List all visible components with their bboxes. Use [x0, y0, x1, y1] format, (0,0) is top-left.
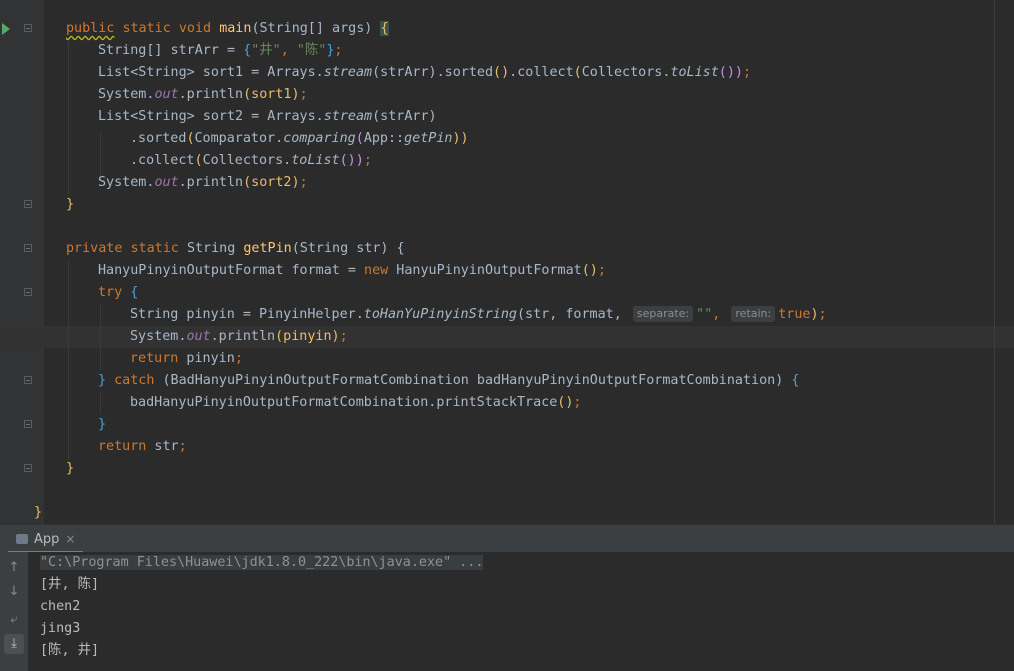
code-line: } — [34, 505, 43, 520]
code-line: String[] strArr = {"井", "陈"}; — [98, 43, 343, 58]
run-tab-label: App — [34, 532, 60, 547]
code-line: System.out.println(pinyin); — [130, 329, 348, 344]
indent-guide — [68, 260, 69, 460]
run-gutter-icon[interactable] — [2, 23, 10, 35]
indent-guide — [100, 392, 101, 414]
code-line: private static String getPin(String str)… — [66, 241, 405, 256]
fold-marker[interactable] — [24, 244, 32, 252]
arrow-down-icon[interactable]: ↓ — [4, 582, 24, 602]
code-line: List<String> sort1 = Arrays.stream(strAr… — [98, 65, 752, 80]
fold-marker[interactable] — [24, 376, 32, 384]
indent-guide — [68, 40, 69, 194]
code-line: List<String> sort2 = Arrays.stream(strAr… — [98, 109, 437, 124]
code-line: System.out.println(sort1); — [98, 87, 308, 102]
console-icon — [16, 534, 28, 544]
code-line: try { — [98, 285, 139, 300]
console-output-line: jing3 — [40, 621, 81, 636]
console-output-line: [井, 陈] — [40, 577, 100, 592]
code-line: String pinyin = PinyinHelper.toHanYuPiny… — [130, 306, 827, 322]
fold-marker[interactable] — [24, 200, 32, 208]
close-icon[interactable]: × — [65, 532, 75, 546]
code-line: .collect(Collectors.toList()); — [130, 153, 372, 168]
code-line: return str; — [98, 439, 187, 454]
scroll-to-end-icon[interactable]: ⤓ — [4, 634, 24, 654]
fold-marker[interactable] — [24, 288, 32, 296]
parameter-hint: separate: — [632, 306, 694, 322]
code-line: public static void main(String[] args) { — [66, 21, 389, 36]
fold-marker[interactable] — [24, 24, 32, 32]
code-line: } catch (BadHanyuPinyinOutputFormatCombi… — [98, 373, 800, 388]
editor-gutter — [0, 0, 44, 524]
code-line: badHanyuPinyinOutputFormatCombination.pr… — [130, 395, 582, 410]
console-output-line: "C:\Program Files\Huawei\jdk1.8.0_222\bi… — [40, 555, 484, 570]
run-tab-app[interactable]: App × — [8, 525, 84, 553]
parameter-hint: retain: — [731, 306, 776, 322]
code-line: } — [66, 461, 75, 476]
console-output-line: chen2 — [40, 599, 81, 614]
soft-wrap-icon[interactable]: ⤶ — [4, 610, 24, 630]
code-editor[interactable]: public static void main(String[] args) {… — [0, 0, 1014, 524]
arrow-up-icon[interactable]: ↑ — [4, 558, 24, 578]
fold-marker[interactable] — [24, 420, 32, 428]
fold-marker[interactable] — [24, 464, 32, 472]
code-line: } — [98, 417, 107, 432]
run-console[interactable]: ↑ ↓ ⤶ ⤓ "C:\Program Files\Huawei\jdk1.8.… — [0, 552, 1014, 671]
code-line: HanyuPinyinOutputFormat format = new Han… — [98, 263, 606, 278]
right-margin-guide — [994, 0, 995, 524]
code-line: } — [66, 197, 75, 212]
run-panel-header: App × — [0, 524, 1014, 553]
console-toolbar: ↑ ↓ ⤶ ⤓ — [0, 552, 28, 671]
code-line: .sorted(Comparator.comparing(App::getPin… — [130, 131, 469, 146]
indent-guide — [100, 304, 101, 370]
code-line: return pinyin; — [130, 351, 243, 366]
code-line: System.out.println(sort2); — [98, 175, 308, 190]
indent-guide — [100, 132, 101, 176]
console-output-line: [陈, 井] — [40, 643, 100, 658]
